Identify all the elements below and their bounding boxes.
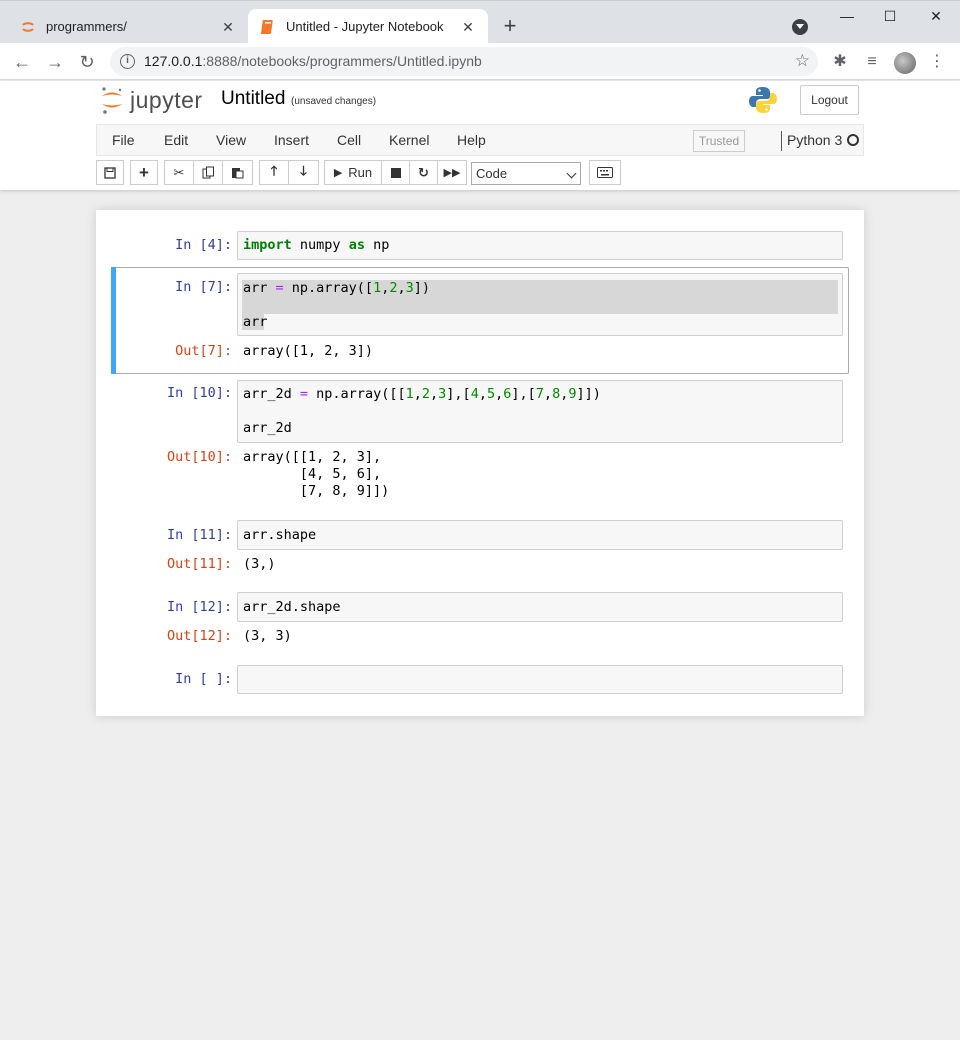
close-window-icon[interactable]: ✕ [921, 7, 951, 25]
code-cell-input[interactable]: arr = np.array([1,2,3]) arr [237, 273, 843, 336]
cut-button[interactable]: ✂ [164, 160, 194, 185]
code-cell-input[interactable]: import numpy as np [237, 231, 843, 260]
notebook-title[interactable]: Untitled [221, 88, 285, 110]
run-button[interactable]: ▶ Run [324, 160, 382, 185]
url-input[interactable]: i 127.0.0.1:8888/notebooks/programmers/U… [110, 47, 818, 76]
cell-output: (3,) [243, 556, 276, 572]
restart-run-all-button[interactable]: ▶▶ [437, 160, 467, 185]
copy-button[interactable] [193, 160, 223, 185]
input-prompt: In [ ]: [175, 671, 232, 687]
move-down-button[interactable]: 🡓 [288, 160, 319, 185]
scissors-icon: ✂ [173, 164, 185, 180]
input-prompt: In [7]: [175, 279, 232, 295]
code-line: arr_2d = np.array([[1,2,3],[4,5,6],[7,8,… [243, 386, 601, 402]
close-tab-icon[interactable]: ✕ [460, 19, 476, 35]
input-prompt: In [12]: [166, 599, 232, 615]
kernel-separator [781, 131, 782, 151]
plus-icon: + [139, 162, 149, 182]
input-prompt: In [4]: [175, 237, 232, 253]
code-line: arr = np.array([1,2,3]) [243, 280, 431, 296]
browser-tab-programmers[interactable]: programmers/ ✕ [8, 9, 248, 44]
menu-edit[interactable]: Edit [164, 132, 188, 148]
cell-output: (3, 3) [243, 628, 292, 644]
input-prompt: In [10]: [166, 385, 232, 401]
insert-cell-button[interactable]: + [130, 160, 158, 185]
paste-icon [232, 168, 244, 179]
chrome-menu-icon[interactable]: ⋮ [926, 51, 948, 73]
output-prompt: Out[10]: [166, 449, 232, 465]
copy-icon [202, 166, 214, 179]
reload-icon[interactable]: ↻ [74, 49, 100, 75]
command-palette-button[interactable] [589, 160, 621, 185]
restart-icon: ↻ [418, 164, 429, 180]
save-button[interactable] [96, 160, 124, 185]
restart-button[interactable]: ↻ [409, 160, 438, 185]
address-bar-row: ← → ↻ i 127.0.0.1:8888/notebooks/program… [0, 43, 960, 80]
jupyter-logo-icon [102, 87, 122, 114]
tab-title: Untitled - Jupyter Notebook [286, 19, 444, 34]
code-cell-input[interactable]: arr_2d.shape [237, 592, 843, 622]
run-label: Run [348, 165, 373, 180]
code-cell-input[interactable]: arr.shape [237, 520, 843, 550]
output-prompt: Out[12]: [166, 628, 232, 644]
keyboard-icon [597, 167, 613, 178]
bookmark-star-icon[interactable]: ☆ [795, 51, 810, 71]
media-queue-icon[interactable]: ≡ [861, 51, 883, 73]
menu-file[interactable]: File [112, 132, 135, 148]
tab-search-icon[interactable] [792, 19, 808, 35]
forward-icon[interactable]: → [42, 49, 68, 75]
jupyter-logo-text: jupyter [130, 86, 203, 113]
code-line: arr [243, 314, 268, 330]
code-cell-input[interactable]: arr_2d = np.array([[1,2,3],[4,5,6],[7,8,… [237, 380, 843, 443]
menu-help[interactable]: Help [457, 132, 486, 148]
input-prompt: In [11]: [166, 527, 232, 543]
kernel-name[interactable]: Python 3 [787, 132, 842, 148]
browser-tab-strip: programmers/ ✕ Untitled - Jupyter Notebo… [0, 0, 960, 44]
notebook-favicon-icon [260, 19, 276, 35]
play-icon: ▶ [333, 167, 343, 179]
tab-title: programmers/ [46, 19, 127, 34]
output-prompt: Out[7]: [175, 343, 232, 359]
move-up-button[interactable]: 🡑 [259, 160, 289, 185]
url-text: 127.0.0.1:8888/notebooks/programmers/Unt… [144, 53, 482, 69]
code-line: import numpy as np [243, 237, 390, 253]
fast-forward-icon: ▶▶ [443, 167, 461, 179]
site-info-icon[interactable]: i [120, 54, 135, 69]
autosave-status: (unsaved changes) [291, 96, 377, 107]
back-icon[interactable]: ← [9, 49, 35, 75]
cell-type-select[interactable]: Code [471, 162, 581, 185]
profile-avatar[interactable] [894, 52, 916, 74]
maximize-icon[interactable]: ☐ [875, 7, 905, 25]
save-icon [104, 166, 116, 179]
browser-tab-notebook[interactable]: Untitled - Jupyter Notebook ✕ [248, 9, 488, 44]
interrupt-button[interactable] [381, 160, 410, 185]
minimize-icon[interactable]: — [832, 7, 862, 25]
kernel-idle-indicator-icon [847, 134, 859, 146]
new-tab-icon[interactable]: + [498, 15, 522, 39]
arrow-up-icon: 🡑 [270, 162, 278, 178]
cell-output: array([[1, 2, 3], [4, 5, 6], [7, 8, 9]]) [243, 449, 390, 499]
close-tab-icon[interactable]: ✕ [220, 19, 236, 35]
menu-kernel[interactable]: Kernel [389, 132, 429, 148]
extensions-icon[interactable]: ✱ [829, 51, 851, 73]
menu-insert[interactable]: Insert [274, 132, 309, 148]
paste-button[interactable] [222, 160, 253, 185]
code-cell-input[interactable] [237, 665, 843, 694]
code-line: arr_2d.shape [243, 599, 341, 615]
code-line: arr_2d [243, 420, 292, 436]
output-prompt: Out[11]: [166, 556, 232, 572]
menu-bar: File Edit View Insert Cell Kernel Help T… [96, 124, 864, 156]
trusted-badge[interactable]: Trusted [693, 130, 745, 152]
code-line: arr.shape [243, 527, 317, 543]
jupyter-logo[interactable]: jupyter [100, 84, 203, 116]
stop-icon [390, 167, 401, 178]
jupyter-favicon-icon [20, 19, 36, 35]
menu-cell[interactable]: Cell [337, 132, 361, 148]
arrow-down-icon: 🡓 [300, 162, 307, 178]
logout-button[interactable]: Logout [800, 85, 859, 115]
menu-view[interactable]: View [216, 132, 246, 148]
cell-output: array([1, 2, 3]) [243, 343, 374, 359]
python-logo-icon [749, 87, 777, 113]
